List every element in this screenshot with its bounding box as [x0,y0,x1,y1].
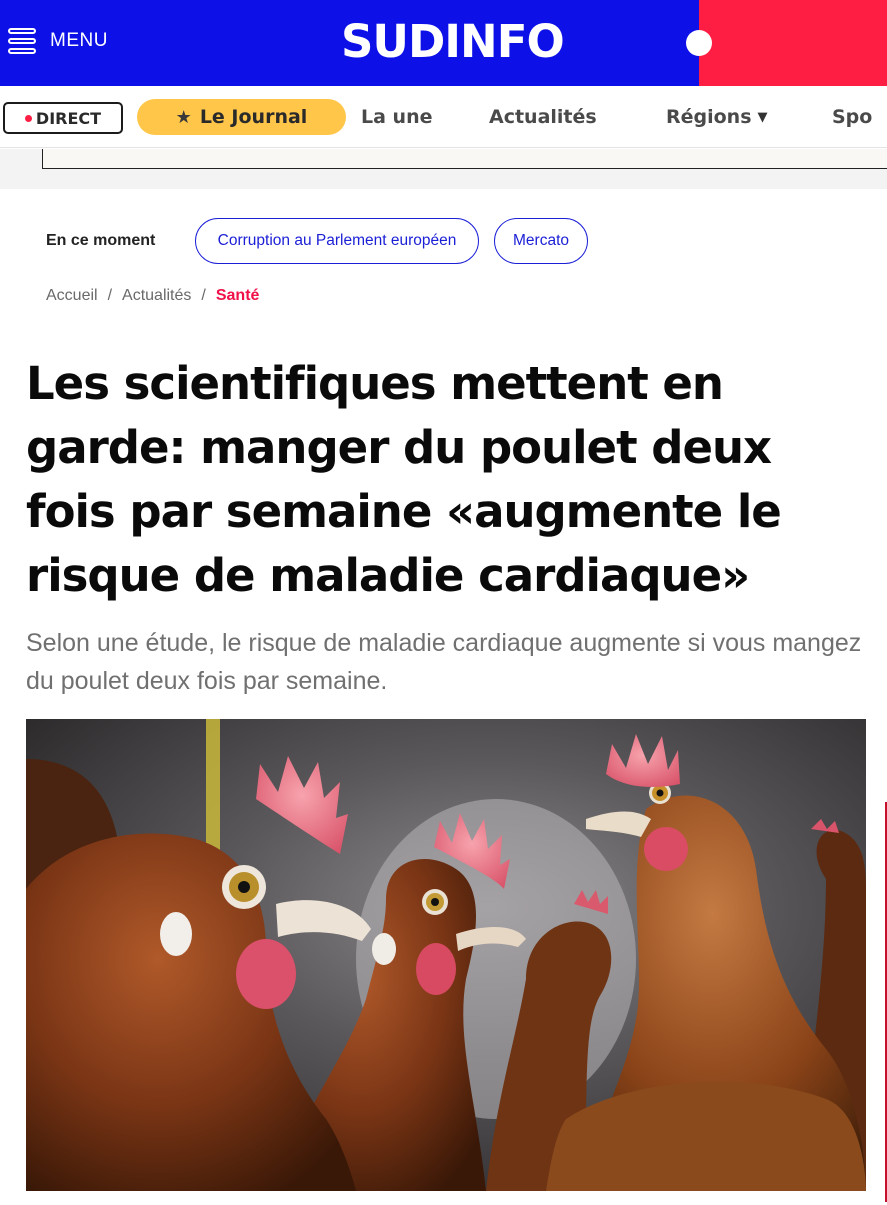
trending-pill-mercato[interactable]: Mercato [494,218,588,264]
direct-button[interactable]: DIRECT [3,102,123,134]
article-hero-image[interactable] [26,719,866,1191]
breadcrumb-home[interactable]: Accueil [46,287,98,305]
article-lead: Selon une étude, le risque de maladie ca… [26,629,862,695]
breadcrumb-separator: / [107,287,113,304]
chickens-photo [26,719,866,1191]
menu-label: MENU [50,30,108,51]
nav-link-actualites[interactable]: Actualités [489,103,597,131]
breadcrumb-actualites[interactable]: Actualités [122,287,191,305]
menu-button[interactable]: MENU [8,26,108,56]
trending-pill-corruption[interactable]: Corruption au Parlement européen [195,218,479,264]
breadcrumb: Accueil / Actualités / Santé [46,287,259,305]
nav-link-sport[interactable]: Spo [832,103,872,131]
ad-banner-box [42,149,887,169]
breadcrumb-separator: / [201,287,206,304]
site-header: MENU SUDINFO [0,0,887,86]
star-icon: ★ [175,106,192,128]
main-nav: DIRECT ★ Le Journal La une Actualités Ré… [0,86,887,148]
journal-label: Le Journal [199,106,308,128]
hamburger-menu-icon [8,28,36,54]
live-dot-icon [24,114,32,122]
nav-link-regions-label: Régions [666,106,752,128]
logo-dot [686,30,712,56]
article-title: Les scientifiques mettent en garde: mang… [26,357,782,602]
trending-label: En ce moment [46,232,156,249]
journal-button[interactable]: ★ Le Journal [137,99,346,135]
site-logo[interactable]: SUDINFO [341,16,565,68]
nav-link-regions[interactable]: Régions ▼ [666,103,768,131]
direct-label: DIRECT [35,108,102,128]
breadcrumb-sante[interactable]: Santé [216,287,260,305]
chevron-down-icon: ▼ [757,110,768,125]
nav-link-la-une[interactable]: La une [361,103,432,131]
header-red-block [699,0,887,86]
